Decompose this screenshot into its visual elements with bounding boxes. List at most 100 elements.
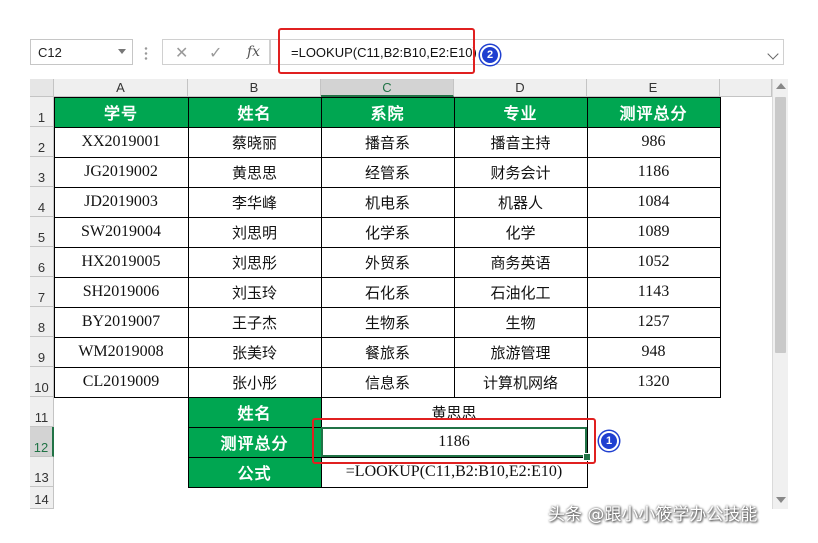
column-header-blank — [720, 79, 772, 97]
watermark: 头条 @跟小小筱学办公技能 — [548, 505, 758, 525]
row-header-10[interactable]: 10 — [30, 367, 54, 397]
chevron-down-icon[interactable] — [118, 49, 126, 54]
row-header-1[interactable]: 1 — [30, 97, 54, 127]
table-cell[interactable]: 刘思彤 — [188, 247, 321, 277]
table-cell[interactable]: 1186 — [587, 157, 720, 187]
table-cell[interactable]: SH2019006 — [54, 277, 188, 307]
table-cell[interactable]: 王子杰 — [188, 307, 321, 337]
table-cell[interactable]: SW2019004 — [54, 217, 188, 247]
row-header-7[interactable]: 7 — [30, 277, 54, 307]
column-header-d[interactable]: D — [454, 79, 587, 97]
table-cell[interactable]: 石油化工 — [454, 277, 587, 307]
badge-2: 2 — [480, 45, 500, 65]
row-header-4[interactable]: 4 — [30, 187, 54, 217]
column-header-a[interactable]: A — [54, 79, 188, 97]
vertical-scrollbar[interactable] — [772, 79, 788, 509]
table-header-cell[interactable]: 专业 — [454, 97, 587, 127]
row-header-6[interactable]: 6 — [30, 247, 54, 277]
table-cell[interactable]: JD2019003 — [54, 187, 188, 217]
insert-function-icon[interactable]: fx — [247, 44, 260, 60]
lookup-name-label[interactable]: 姓名 — [188, 397, 321, 427]
table-cell[interactable]: 机器人 — [454, 187, 587, 217]
cancel-icon[interactable]: ✕ — [175, 43, 188, 62]
table-cell[interactable]: 生物系 — [321, 307, 454, 337]
table-cell[interactable]: 化学系 — [321, 217, 454, 247]
table-cell[interactable]: BY2019007 — [54, 307, 188, 337]
scroll-down-icon[interactable] — [776, 497, 786, 503]
table-cell[interactable]: 外贸系 — [321, 247, 454, 277]
table-cell[interactable]: 948 — [587, 337, 720, 367]
table-cell[interactable]: 刘思明 — [188, 217, 321, 247]
table-cell[interactable]: HX2019005 — [54, 247, 188, 277]
expand-formula-bar-icon[interactable] — [767, 48, 779, 60]
table-cell[interactable]: XX2019001 — [54, 127, 188, 157]
row-header-11[interactable]: 11 — [30, 397, 54, 427]
table-cell[interactable]: 张小彤 — [188, 367, 321, 397]
table-cell[interactable]: 张美玲 — [188, 337, 321, 367]
grid-line — [720, 97, 721, 398]
table-cell[interactable]: CL2019009 — [54, 367, 188, 397]
drag-handle[interactable] — [144, 46, 148, 60]
row-header-8[interactable]: 8 — [30, 307, 54, 337]
table-cell[interactable]: 石化系 — [321, 277, 454, 307]
name-box[interactable]: C12 — [30, 39, 133, 65]
table-cell[interactable]: JG2019002 — [54, 157, 188, 187]
row-header-9[interactable]: 9 — [30, 337, 54, 367]
table-cell[interactable]: WM2019008 — [54, 337, 188, 367]
table-cell[interactable]: 1257 — [587, 307, 720, 337]
table-cell[interactable]: 经管系 — [321, 157, 454, 187]
column-header-e[interactable]: E — [587, 79, 720, 97]
table-cell[interactable]: 计算机网络 — [454, 367, 587, 397]
row-header-14[interactable]: 14 — [30, 487, 54, 509]
table-header-cell[interactable]: 姓名 — [188, 97, 321, 127]
grid-line — [54, 97, 720, 98]
table-cell[interactable]: 生物 — [454, 307, 587, 337]
table-cell[interactable]: 1052 — [587, 247, 720, 277]
table-cell[interactable]: 986 — [587, 127, 720, 157]
table-cell[interactable]: 化学 — [454, 217, 587, 247]
grid-line — [321, 97, 322, 398]
row-header-2[interactable]: 2 — [30, 127, 54, 157]
grid-line — [54, 367, 720, 368]
table-cell[interactable]: 播音主持 — [454, 127, 587, 157]
select-all-corner[interactable] — [30, 79, 54, 97]
grid-line — [587, 97, 588, 398]
row-header-13[interactable]: 13 — [30, 457, 54, 487]
table-cell[interactable]: 李华峰 — [188, 187, 321, 217]
enter-icon[interactable]: ✓ — [209, 43, 222, 62]
table-cell[interactable]: 刘玉玲 — [188, 277, 321, 307]
row-header-3[interactable]: 3 — [30, 157, 54, 187]
scrollbar-thumb[interactable] — [775, 97, 786, 353]
table-cell[interactable]: 播音系 — [321, 127, 454, 157]
table-header-cell[interactable]: 系院 — [321, 97, 454, 127]
lookup-score-label[interactable]: 测评总分 — [188, 427, 321, 457]
scroll-up-icon[interactable] — [776, 83, 786, 89]
badge-1: 1 — [599, 431, 619, 451]
table-cell[interactable]: 商务英语 — [454, 247, 587, 277]
lookup-formula-label[interactable]: 公式 — [188, 457, 321, 487]
grid-line — [54, 157, 720, 158]
grid-line — [54, 127, 720, 128]
table-cell[interactable]: 财务会计 — [454, 157, 587, 187]
table-cell[interactable]: 信息系 — [321, 367, 454, 397]
column-header-b[interactable]: B — [188, 79, 321, 97]
row-header-5[interactable]: 5 — [30, 217, 54, 247]
row-header-12[interactable]: 12 — [30, 427, 54, 457]
grid-line — [54, 97, 55, 398]
table-cell[interactable]: 机电系 — [321, 187, 454, 217]
table-cell[interactable]: 餐旅系 — [321, 337, 454, 367]
table-cell[interactable]: 蔡晓丽 — [188, 127, 321, 157]
table-cell[interactable]: 黄思思 — [188, 157, 321, 187]
grid-line — [54, 217, 720, 218]
table-cell[interactable]: 1143 — [587, 277, 720, 307]
table-cell[interactable]: 1089 — [587, 217, 720, 247]
formula-buttons: ✕ ✓ fx — [162, 39, 270, 65]
table-cell[interactable]: 旅游管理 — [454, 337, 587, 367]
grid-line — [188, 487, 587, 488]
column-header-c[interactable]: C — [321, 79, 454, 97]
table-header-cell[interactable]: 测评总分 — [587, 97, 720, 127]
cell-highlight — [312, 418, 596, 464]
table-cell[interactable]: 1084 — [587, 187, 720, 217]
table-cell[interactable]: 1320 — [587, 367, 720, 397]
table-header-cell[interactable]: 学号 — [54, 97, 188, 127]
